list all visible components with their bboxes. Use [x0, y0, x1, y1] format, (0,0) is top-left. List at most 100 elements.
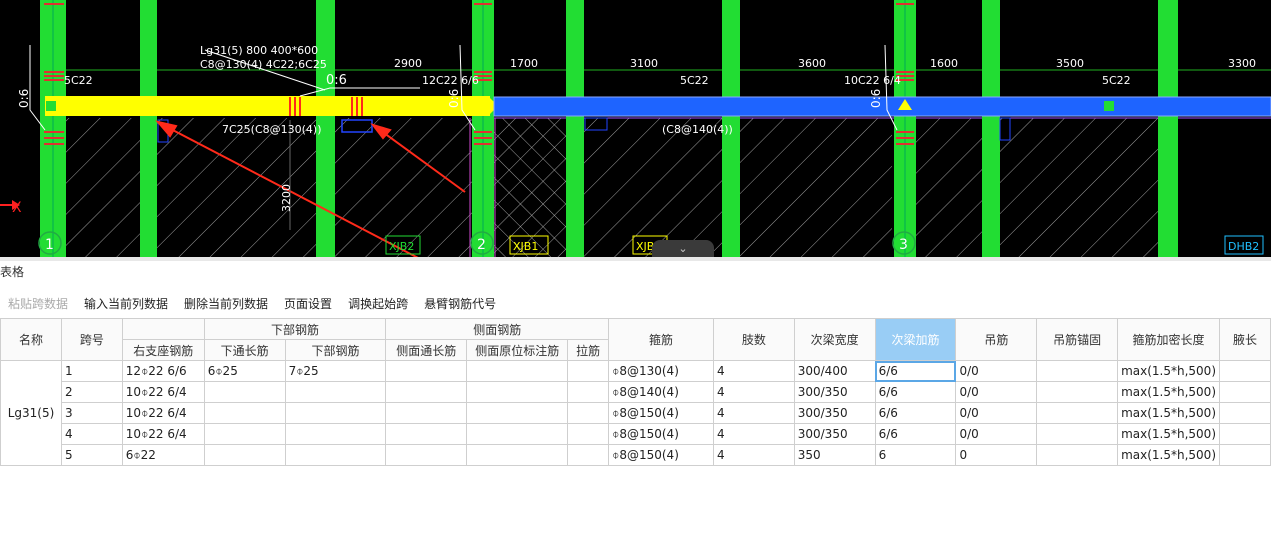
header-name[interactable]: 名称: [0, 318, 62, 361]
cell-legs[interactable]: 4: [712, 402, 795, 424]
cell-span[interactable]: 1: [60, 360, 123, 382]
cell-haunch[interactable]: [1219, 402, 1271, 424]
cell-hanger[interactable]: 0/0: [955, 402, 1038, 424]
cell-legs[interactable]: 4: [712, 444, 795, 466]
cantilever-code-button[interactable]: 悬臂钢筋代号: [416, 294, 504, 314]
cell-right[interactable]: 6⌽22: [121, 444, 205, 466]
cell-right[interactable]: 10⌽22 6/4: [121, 423, 205, 445]
cell-anchor[interactable]: [1036, 381, 1119, 403]
cell-stirrup[interactable]: ⌽8@150(4): [608, 402, 714, 424]
cell-width[interactable]: 300/350: [793, 381, 876, 403]
cell-sthru[interactable]: [385, 381, 468, 403]
cell-haunch[interactable]: [1219, 360, 1271, 382]
cell-bbar[interactable]: [284, 444, 387, 466]
paste-span-data-button[interactable]: 粘贴跨数据: [0, 294, 76, 314]
cell-haunch[interactable]: [1219, 423, 1271, 445]
cell-dense[interactable]: max(1.5*h,500): [1117, 444, 1220, 466]
cell-right[interactable]: 10⌽22 6/4: [121, 402, 205, 424]
header-side-original[interactable]: 侧面原位标注筋: [466, 339, 569, 361]
header-stirrup[interactable]: 箍筋: [608, 318, 714, 361]
cell-bthru[interactable]: [203, 423, 286, 445]
cell-hanger[interactable]: 0/0: [955, 423, 1038, 445]
table-row[interactable]: 3 10⌽22 6/4 ⌽8@150(4) 4 300/350 6/6 0/0 max(1.5…: [1, 402, 1271, 424]
cell-sorig[interactable]: [466, 444, 569, 466]
cell-sthru[interactable]: [385, 423, 468, 445]
cell-sorig[interactable]: [466, 381, 569, 403]
header-bottom-through[interactable]: 下通长筋: [203, 339, 286, 361]
cell-anchor[interactable]: [1036, 423, 1119, 445]
cell-bbar[interactable]: [284, 381, 387, 403]
cell-bthru[interactable]: [203, 444, 286, 466]
cell-stirrup[interactable]: ⌽8@130(4): [608, 360, 714, 382]
header-haunch[interactable]: 腋长: [1219, 318, 1271, 361]
cell-tie[interactable]: [567, 444, 610, 466]
header-span[interactable]: 跨号: [60, 318, 123, 361]
header-legs[interactable]: 肢数: [712, 318, 795, 361]
header-dense-length[interactable]: 箍筋加密长度: [1117, 318, 1220, 361]
header-right-support[interactable]: 右支座钢筋: [121, 339, 205, 361]
cell-stirrup[interactable]: ⌽8@150(4): [608, 444, 714, 466]
cell-sorig[interactable]: [466, 423, 569, 445]
cell-tie[interactable]: [567, 381, 610, 403]
cell-span[interactable]: 3: [60, 402, 123, 424]
cell-legs[interactable]: 4: [712, 360, 795, 382]
cell-legs[interactable]: 4: [712, 381, 795, 403]
cell-add[interactable]: 6/6: [874, 381, 957, 403]
cell-hanger[interactable]: 0: [955, 444, 1038, 466]
cell-dense[interactable]: max(1.5*h,500): [1117, 360, 1220, 382]
table-row[interactable]: 5 6⌽22 ⌽8@150(4) 4 350 6 0 max(1.5*h,500): [1, 444, 1271, 466]
cad-drawing-canvas[interactable]: Lg31(5) 800 400*600 C8@130(4) 4C22;6C25 …: [0, 0, 1271, 257]
cell-right[interactable]: 12⌽22 6/6: [121, 360, 205, 382]
table-row[interactable]: 4 10⌽22 6/4 ⌽8@150(4) 4 300/350 6/6 0/0 max(1.5…: [1, 423, 1271, 445]
header-side-through[interactable]: 侧面通长筋: [385, 339, 468, 361]
cell-anchor[interactable]: [1036, 402, 1119, 424]
table-row[interactable]: Lg31(5) 1 12⌽22 6/6 6⌽25 7⌽25 ⌽8@130(4) 4 300/4…: [0, 360, 1271, 466]
cell-add[interactable]: 6/6: [874, 423, 957, 445]
cell-hanger[interactable]: 0/0: [955, 360, 1038, 382]
cell-width[interactable]: 350: [793, 444, 876, 466]
cell-span[interactable]: 2: [60, 381, 123, 403]
cell-bbar[interactable]: [284, 402, 387, 424]
cell-anchor[interactable]: [1036, 444, 1119, 466]
panel-divider[interactable]: [0, 257, 1271, 261]
table-row[interactable]: 2 10⌽22 6/4 ⌽8@140(4) 4 300/350 6/6 0/0 max(1.5…: [1, 381, 1271, 403]
cell-bthru[interactable]: 6⌽25: [203, 360, 286, 382]
cell-hanger[interactable]: 0/0: [955, 381, 1038, 403]
cell-bthru[interactable]: [203, 402, 286, 424]
header-tie[interactable]: 拉筋: [567, 339, 610, 361]
cell-anchor[interactable]: [1036, 360, 1119, 382]
cell-sthru[interactable]: [385, 444, 468, 466]
page-setup-button[interactable]: 页面设置: [276, 294, 340, 314]
header-hanger-anchor[interactable]: 吊筋锚固: [1036, 318, 1119, 361]
swap-start-span-button[interactable]: 调换起始跨: [340, 294, 416, 314]
cell-sorig[interactable]: [466, 402, 569, 424]
cell-add[interactable]: 6: [874, 444, 957, 466]
cell-add[interactable]: 6/6: [874, 360, 957, 382]
beam-yellow[interactable]: [45, 96, 490, 116]
header-secondary-width[interactable]: 次梁宽度: [793, 318, 876, 361]
header-secondary-add[interactable]: 次梁加筋: [874, 318, 957, 361]
cell-right[interactable]: 10⌽22 6/4: [121, 381, 205, 403]
cell-width[interactable]: 300/350: [793, 423, 876, 445]
collapse-panel-button[interactable]: ⌄: [652, 240, 714, 257]
cell-add[interactable]: 6/6: [874, 402, 957, 424]
cell-sthru[interactable]: [385, 402, 468, 424]
cell-beam-name[interactable]: Lg31(5): [0, 360, 62, 466]
cell-tie[interactable]: [567, 360, 610, 382]
cell-width[interactable]: 300/400: [793, 360, 876, 382]
cell-tie[interactable]: [567, 402, 610, 424]
cell-dense[interactable]: max(1.5*h,500): [1117, 402, 1220, 424]
delete-column-data-button[interactable]: 删除当前列数据: [176, 294, 276, 314]
cell-haunch[interactable]: [1219, 444, 1271, 466]
cell-legs[interactable]: 4: [712, 423, 795, 445]
cell-bbar[interactable]: 7⌽25: [284, 360, 387, 382]
cell-stirrup[interactable]: ⌽8@150(4): [608, 423, 714, 445]
cell-sorig[interactable]: [466, 360, 569, 382]
cell-span[interactable]: 4: [60, 423, 123, 445]
cell-stirrup[interactable]: ⌽8@140(4): [608, 381, 714, 403]
cell-haunch[interactable]: [1219, 381, 1271, 403]
cell-span[interactable]: 5: [60, 444, 123, 466]
input-column-data-button[interactable]: 输入当前列数据: [76, 294, 176, 314]
cell-tie[interactable]: [567, 423, 610, 445]
cell-width[interactable]: 300/350: [793, 402, 876, 424]
